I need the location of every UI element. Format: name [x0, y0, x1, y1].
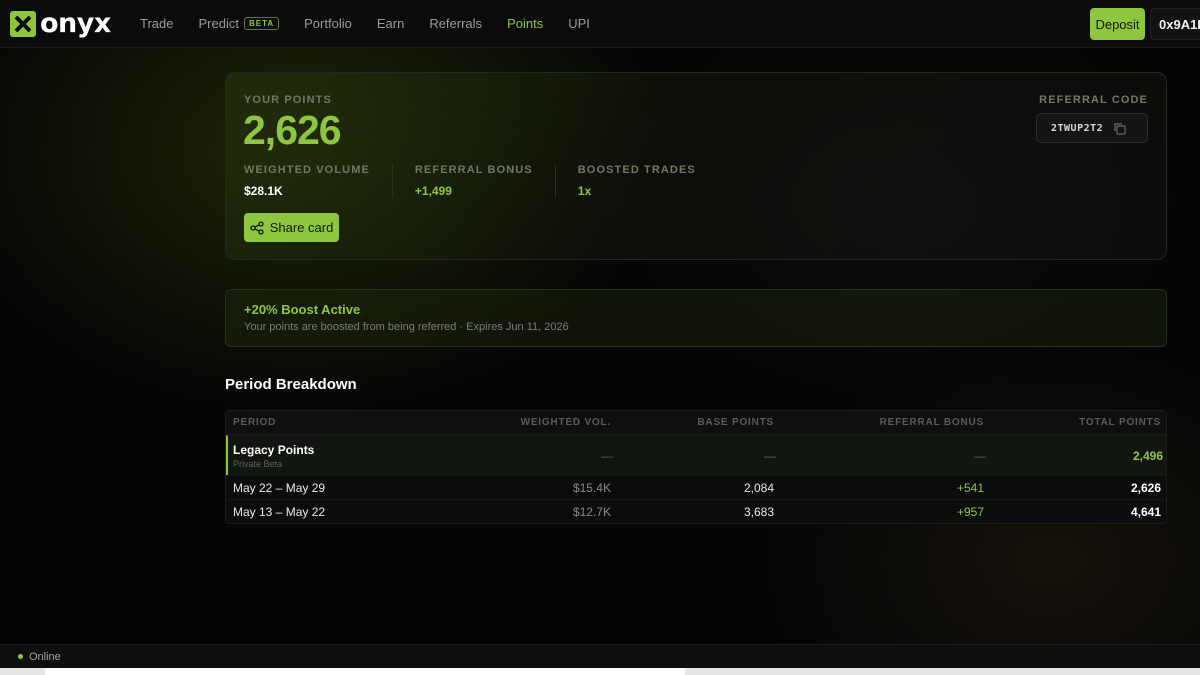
total-points-cell: 2,496	[1132, 448, 1163, 463]
copy-icon[interactable]	[1113, 122, 1126, 135]
stat-value: 1x	[577, 184, 592, 198]
legacy-name: Legacy Points	[233, 442, 315, 457]
weighted-vol-cell: $12.7K	[572, 504, 611, 519]
main-nav: Trade Predict BETA Portfolio Earn Referr…	[140, 16, 615, 31]
column-header: WEIGHTED VOL.	[520, 417, 611, 428]
stat-weighted-volume: WEIGHTED VOLUME $28.1K	[244, 164, 393, 198]
base-points-cell: —	[764, 448, 776, 463]
referral-code: 2TWUP2T2	[1051, 122, 1104, 134]
table-row-legacy: Legacy Points Private Beta — — — 2,496	[226, 435, 1166, 475]
stat-referral-bonus: REFERRAL BONUS +1,499	[415, 164, 556, 198]
logo[interactable]: onyx	[10, 10, 122, 37]
boost-title: +20% Boost Active	[244, 302, 361, 317]
referral-bonus-cell: +957	[956, 504, 984, 519]
nav-earn[interactable]: Earn	[377, 16, 404, 31]
share-card-label: Share card	[269, 220, 334, 235]
nav-label: Earn	[376, 16, 405, 31]
deposit-button[interactable]: Deposit	[1090, 8, 1145, 40]
period-breakdown-table: PERIOD WEIGHTED VOL. BASE POINTS REFERRA…	[225, 410, 1167, 524]
share-icon	[250, 220, 264, 235]
period-cell: May 22 – May 29	[233, 480, 326, 495]
referral-code-box[interactable]: 2TWUP2T2	[1036, 113, 1148, 143]
table-row: May 13 – May 22 $12.7K 3,683 +957 4,641	[226, 499, 1166, 523]
nav-label: Portfolio	[304, 16, 352, 31]
weighted-vol-cell: —	[601, 448, 613, 463]
online-status-text: Online	[29, 650, 61, 663]
table-header: PERIOD WEIGHTED VOL. BASE POINTS REFERRA…	[226, 411, 1166, 435]
total-points-cell: 4,641	[1130, 504, 1161, 519]
wallet-address-button[interactable]: 0x9A1B	[1150, 8, 1200, 40]
period-cell: Legacy Points Private Beta	[228, 443, 428, 469]
referral-bonus-cell: —	[974, 448, 986, 463]
table-row: May 22 – May 29 $15.4K 2,084 +541 2,626	[226, 475, 1166, 499]
nav-portfolio[interactable]: Portfolio	[304, 16, 352, 31]
referral-bonus-cell: +541	[956, 480, 984, 495]
stat-boosted-trades: BOOSTED TRADES 1x	[578, 164, 718, 198]
share-card-button[interactable]: Share card	[244, 213, 339, 242]
nav-predict[interactable]: Predict BETA	[198, 16, 280, 31]
top-nav: onyx Trade Predict BETA Portfolio Earn R…	[0, 0, 1200, 48]
referral-code-label: REFERRAL CODE	[1039, 94, 1148, 106]
column-header: BASE POINTS	[697, 417, 774, 428]
boost-banner: +20% Boost Active Your points are booste…	[225, 289, 1167, 347]
boost-subtitle: Your points are boosted from being refer…	[244, 321, 569, 333]
stat-value: +1,499	[414, 184, 452, 198]
bottom-strip-segment	[45, 668, 685, 675]
your-points-label: YOUR POINTS	[244, 94, 332, 106]
onyx-logo-icon	[10, 10, 36, 37]
stat-label: BOOSTED TRADES	[577, 164, 696, 176]
nav-trade[interactable]: Trade	[140, 16, 173, 31]
nav-points[interactable]: Points	[507, 16, 543, 31]
base-points-cell: 3,683	[743, 504, 774, 519]
stat-label: REFERRAL BONUS	[414, 164, 533, 176]
period-cell: May 13 – May 22	[233, 504, 326, 519]
legacy-sub: Private Beta	[233, 458, 283, 469]
nav-referrals[interactable]: Referrals	[429, 16, 482, 31]
status-bar: Online	[0, 644, 1200, 668]
points-stats: WEIGHTED VOLUME $28.1K REFERRAL BONUS +1…	[244, 164, 740, 198]
nav-label: Referrals	[429, 16, 483, 31]
nav-label: UPI	[568, 16, 590, 31]
total-points-cell: 2,626	[1130, 480, 1161, 495]
nav-upi[interactable]: UPI	[568, 16, 590, 31]
nav-label: Trade	[140, 16, 174, 31]
bottom-strip	[0, 668, 1200, 675]
online-status-icon	[18, 654, 23, 659]
stat-label: WEIGHTED VOLUME	[244, 164, 370, 176]
stat-value: $28.1K	[244, 184, 283, 198]
column-header: TOTAL POINTS	[1079, 417, 1161, 428]
beta-badge: BETA	[243, 17, 280, 30]
points-card: YOUR POINTS 2,626 WEIGHTED VOLUME $28.1K…	[225, 72, 1167, 260]
nav-label: Points	[507, 16, 544, 31]
logo-text: onyx	[40, 8, 111, 39]
nav-label: Predict	[198, 16, 239, 31]
weighted-vol-cell: $15.4K	[572, 480, 611, 495]
column-header: PERIOD	[233, 417, 277, 428]
base-points-cell: 2,084	[743, 480, 774, 495]
period-breakdown-title: Period Breakdown	[225, 376, 357, 393]
column-header: REFERRAL BONUS	[879, 417, 984, 428]
your-points-value: 2,626	[243, 107, 342, 153]
